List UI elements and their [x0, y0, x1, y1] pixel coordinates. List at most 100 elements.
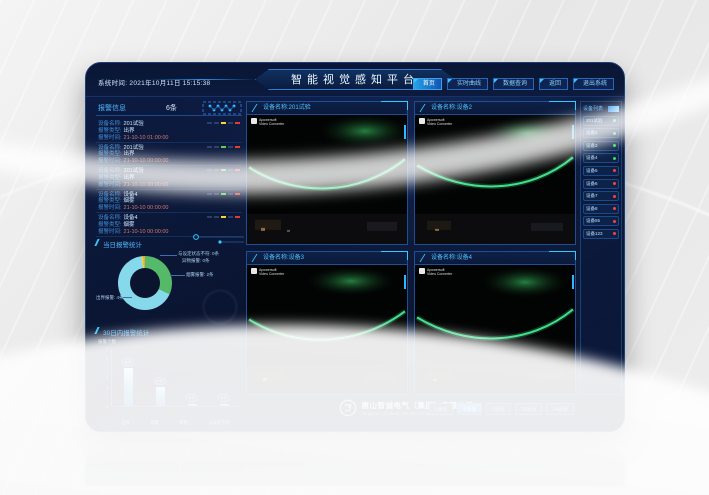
video-panel-4[interactable]: 设备名称:设备4 ApowersoftVideo Converter: [414, 251, 576, 395]
alarm-level-ticks: [207, 193, 240, 195]
device-list-item[interactable]: 201试验: [583, 116, 619, 126]
header-bar: 系统时间: 2021年10月11日 15:15:38 智能视觉感知平台 首页 实…: [86, 63, 624, 97]
video-scrollbar[interactable]: [572, 275, 574, 289]
device-list-item[interactable]: 设备4: [583, 153, 619, 163]
network-topology-icon: [202, 101, 242, 115]
bar-value-badge: 0: [218, 394, 230, 402]
alarm-list-item[interactable]: 设备名称:201试验 报警类型:出界 报警时间:21-10-10 01:00:0…: [96, 119, 242, 143]
device-status-dot: [613, 119, 616, 122]
alarm-level-ticks: [207, 146, 240, 148]
device-list-header: 设备列表: [583, 104, 619, 113]
top-nav: 首页 实时曲线 数据查询 返回 退出系统: [413, 78, 614, 90]
video-watermark: ApowersoftVideo Converter: [419, 268, 452, 276]
monthly-alarm-stats-panel: 30日内报警统计 报警个数 65 43 21 0 4 2: [96, 327, 242, 427]
video-panel-3[interactable]: 设备名称:设备3 ApowersoftVideo Converter: [246, 251, 408, 395]
device-list-item[interactable]: 设备3: [583, 141, 619, 151]
donut-hole: [130, 268, 160, 298]
alarm-list-item[interactable]: 设备名称:201试验 报警类型:出界 报警时间:21-10-10 00:00:0…: [96, 166, 242, 190]
device-list-item[interactable]: 设备6: [583, 179, 619, 189]
watermark-logo-icon: [419, 268, 425, 274]
nav-back-button[interactable]: 返回: [539, 78, 568, 90]
channel-9-button[interactable]: 9通道: [486, 403, 511, 415]
device-status-dot: [613, 182, 616, 185]
video-scrollbar[interactable]: [404, 125, 406, 139]
alarm-list-item[interactable]: 设备名称:设备4 报警类型:烟雾 报警时间:21-10-10 00:00:00: [96, 190, 242, 214]
watermark-logo-icon: [251, 118, 257, 124]
watermark-logo-icon: [251, 268, 257, 274]
channel-1-button[interactable]: 1通道: [429, 403, 454, 415]
alarm-level-ticks: [207, 169, 240, 171]
bar-value-badge: 0: [186, 394, 198, 402]
bar-column: 2: [148, 349, 172, 406]
title-decor-line-left: [148, 79, 256, 80]
device-status-dot: [613, 132, 616, 135]
video-panel-header: 设备名称:设备3: [247, 252, 407, 265]
bar-value-badge: 2: [154, 377, 166, 385]
channel-24-button[interactable]: 24通道: [546, 403, 574, 415]
bar: [124, 368, 133, 406]
video-grid: 设备名称:201试验 ApowersoftVideo Converter: [246, 101, 576, 395]
donut-label: 出界报警: 4条: [96, 295, 124, 301]
device-list-item[interactable]: 设备5: [583, 166, 619, 176]
device-status-dot: [613, 195, 616, 198]
video-scrollbar[interactable]: [572, 125, 574, 139]
video-feed: ApowersoftVideo Converter: [247, 265, 407, 394]
device-list-tab[interactable]: [608, 106, 619, 112]
nav-home-button[interactable]: 首页: [413, 78, 442, 90]
nav-data-query-button[interactable]: 数据查询: [493, 78, 534, 90]
dashboard-window: 系统时间: 2021年10月11日 15:15:38 智能视觉感知平台 首页 实…: [85, 62, 625, 432]
device-status-dot: [613, 144, 616, 147]
video-panel-header: 设备名称:201试验: [247, 102, 407, 115]
x-axis-labels: 出界烟雾 异物与设定不符: [111, 420, 240, 426]
device-status-dot: [613, 207, 616, 210]
donut-label: 烟雾报警: 2条: [186, 272, 214, 278]
bar: [188, 404, 197, 406]
page-title: 智能视觉感知平台: [291, 74, 419, 86]
bar: [156, 387, 165, 406]
device-list-item[interactable]: 设备123: [583, 229, 619, 239]
bar-value-badge: 4: [122, 358, 134, 366]
video-panel-2[interactable]: 设备名称:设备2 ApowersoftVideo Converter: [414, 101, 576, 245]
video-watermark: ApowersoftVideo Converter: [419, 118, 452, 126]
bar-column: 4: [116, 349, 140, 406]
device-list-item[interactable]: 设备55: [583, 216, 619, 226]
device-list-item[interactable]: 设备2: [583, 128, 619, 138]
alarm-panel-header: 报警信息 6条: [96, 101, 242, 116]
channel-switcher: 1通道 4通道 9通道 16通道 24通道: [429, 403, 574, 415]
device-status-dot: [613, 232, 616, 235]
alarm-level-ticks: [207, 122, 240, 124]
donut-chart: [118, 256, 172, 310]
video-watermark: ApowersoftVideo Converter: [251, 268, 284, 276]
bar-chart-plot-area: 4 2 0 0: [111, 349, 240, 407]
device-list-item[interactable]: 设备8: [583, 204, 619, 214]
bar-column: 0: [180, 349, 204, 406]
channel-4-button[interactable]: 4通道: [457, 403, 482, 415]
y-axis-ticks: 65 43 21 0: [100, 347, 108, 409]
slash-decor-icon: [420, 254, 430, 262]
dashboard-reflection: 唐山智诚电气（集团）有限公司: [85, 434, 625, 486]
watermark-logo-icon: [419, 118, 425, 124]
slash-decor-icon: [252, 104, 262, 112]
device-list-title: 设备列表: [583, 105, 603, 112]
alarm-list-item[interactable]: 设备名称:201试验 报警类型:出界 报警时间:21-10-10 00:00:0…: [96, 143, 242, 167]
donut-label: 与设定状态不符: 0条: [178, 251, 219, 257]
video-panel-1[interactable]: 设备名称:201试验 ApowersoftVideo Converter: [246, 101, 408, 245]
nav-realtime-curve-button[interactable]: 实时曲线: [447, 78, 488, 90]
video-feed: ApowersoftVideo Converter: [415, 115, 575, 244]
device-list-item[interactable]: 设备7: [583, 191, 619, 201]
alarm-level-ticks: [207, 216, 240, 218]
bar-chart: 报警个数 65 43 21 0 4 2 0: [98, 340, 240, 417]
video-panel-header: 设备名称:设备2: [415, 102, 575, 115]
video-watermark: ApowersoftVideo Converter: [251, 118, 284, 126]
device-status-dot: [613, 169, 616, 172]
slash-decor-icon: [420, 104, 430, 112]
channel-16-button[interactable]: 16通道: [515, 403, 543, 415]
video-scrollbar[interactable]: [404, 275, 406, 289]
video-panel-header: 设备名称:设备4: [415, 252, 575, 265]
device-list-panel: 设备列表 201试验 设备2 设备3 设备4 设备5 设备6 设备7 设备8 设…: [580, 101, 622, 395]
bar: [220, 404, 229, 406]
video-feed: ApowersoftVideo Converter: [415, 265, 575, 394]
device-status-dot: [613, 157, 616, 160]
nav-exit-button[interactable]: 退出系统: [573, 78, 614, 90]
today-alarm-stats-panel: 当日报警统计 与设定状态不符: 0条 异物报警: 0条 烟雾报警: 2条 出界报…: [96, 239, 242, 323]
